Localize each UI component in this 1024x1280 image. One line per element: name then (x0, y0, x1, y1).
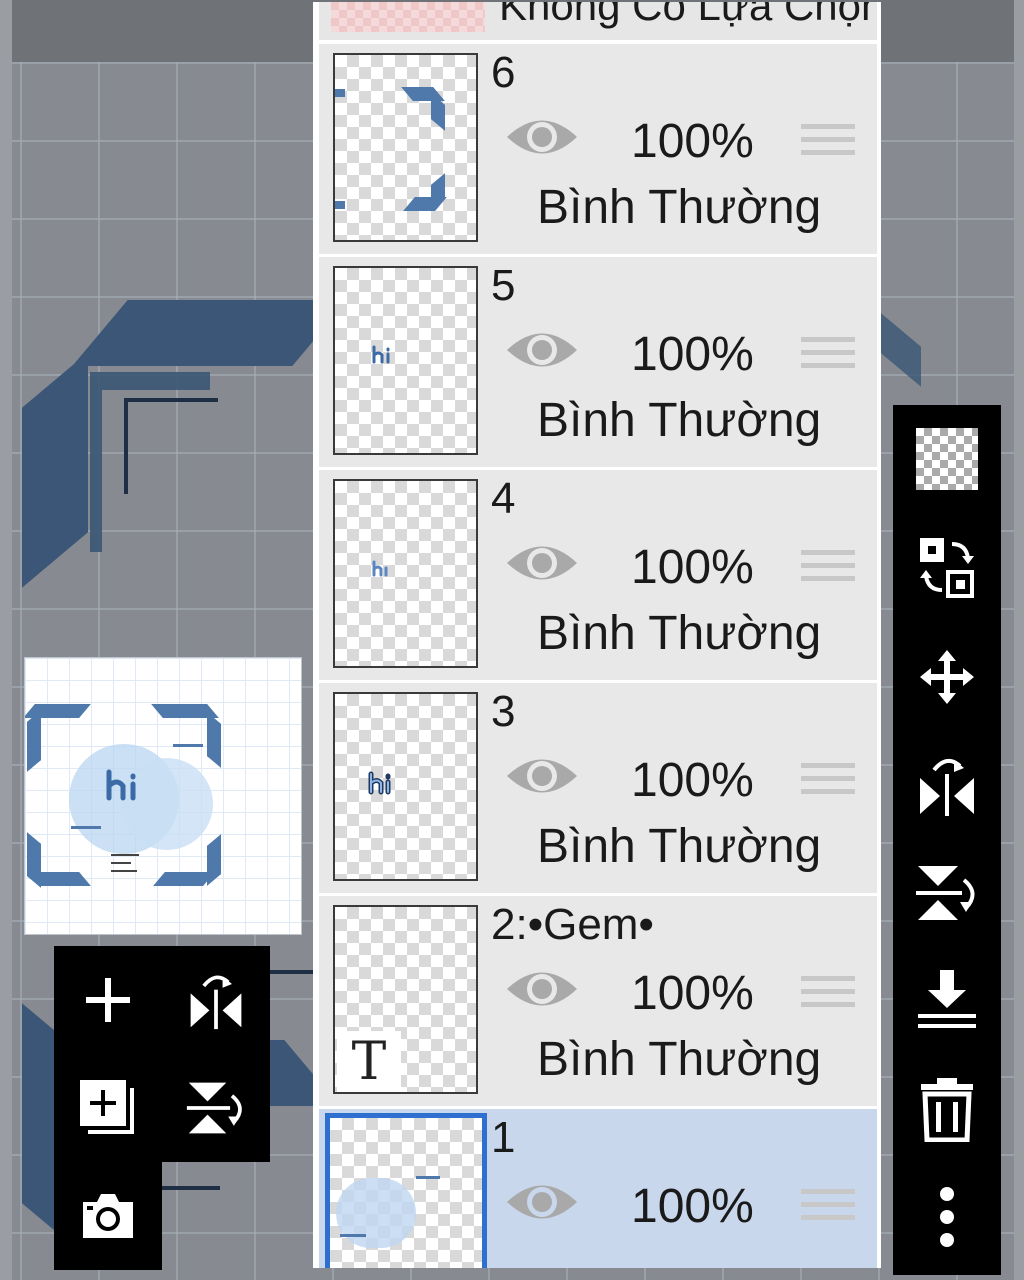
canvas-preview[interactable] (24, 657, 302, 935)
artwork-shape (124, 398, 128, 494)
canvas-tools-bar-lower (54, 1162, 162, 1270)
move-icon[interactable] (907, 637, 987, 717)
preview-hi-logo (106, 769, 136, 801)
preview-caption (111, 862, 131, 864)
layer-opacity[interactable]: 100% (631, 966, 754, 1021)
canvas-left-edge (0, 0, 12, 1280)
layers-panel: Không Có Lựa Chọn 6 100% Bình Thường 5 1… (313, 2, 881, 1268)
artwork-shape (72, 300, 348, 366)
flip-vertical-icon[interactable] (907, 853, 987, 933)
layer-name: 3 (491, 687, 516, 736)
drag-handle-icon[interactable] (801, 550, 855, 592)
preview-line (71, 826, 101, 829)
eye-icon[interactable] (505, 751, 579, 801)
eye-icon[interactable] (505, 1177, 579, 1227)
eye-icon[interactable] (505, 964, 579, 1014)
swap-layers-icon[interactable] (907, 527, 987, 607)
layer-opacity[interactable]: 100% (631, 753, 754, 808)
blend-mode[interactable]: Bình Thường (537, 819, 821, 874)
blend-mode[interactable]: Bình Thường (537, 180, 821, 235)
preview-line (173, 744, 203, 747)
blend-mode[interactable]: Bình Thường (537, 1032, 821, 1087)
drag-handle-icon[interactable] (801, 976, 855, 1018)
layer-name: 6 (491, 48, 516, 97)
layer-tools-bar (893, 405, 1001, 1275)
flip-horizontal-icon[interactable] (907, 745, 987, 825)
canvas-tools-bar (54, 946, 270, 1162)
layer-row[interactable]: 5 100% Bình Thường (319, 257, 877, 467)
layer-row[interactable]: 6 100% Bình Thường (319, 44, 877, 254)
artwork-shape (124, 398, 218, 402)
layer-thumbnail (325, 1113, 487, 1268)
selection-swatch (331, 2, 485, 32)
canvas-right-edge (1014, 0, 1024, 1280)
layer-opacity[interactable]: 100% (631, 540, 754, 595)
add-layer-copy-icon[interactable] (58, 1058, 158, 1158)
drag-handle-icon[interactable] (801, 1189, 855, 1231)
layer-thumbnail: T (333, 905, 478, 1094)
layer-opacity[interactable]: 100% (631, 327, 754, 382)
eye-icon[interactable] (505, 538, 579, 588)
add-layer-icon[interactable] (58, 950, 158, 1050)
layer-row[interactable]: T 2:•Gem• 100% Bình Thường (319, 896, 877, 1106)
layer-row[interactable]: 4 100% Bình Thường (319, 470, 877, 680)
flip-vertical-icon[interactable] (166, 1058, 266, 1158)
more-icon[interactable] (907, 1177, 987, 1257)
drag-handle-icon[interactable] (801, 337, 855, 379)
layer-thumbnail (333, 479, 478, 668)
blend-mode[interactable]: Bình Thường (537, 606, 821, 661)
transparency-icon[interactable] (907, 419, 987, 499)
eye-icon[interactable] (505, 112, 579, 162)
selection-label: Không Có Lựa Chọn (499, 2, 877, 29)
eye-icon[interactable] (505, 325, 579, 375)
artwork-shape (160, 1186, 220, 1190)
preview-corner (27, 710, 41, 772)
preview-caption (111, 870, 137, 872)
layer-thumbnail (333, 692, 478, 881)
selection-layer-row[interactable]: Không Có Lựa Chọn (319, 2, 877, 40)
drag-handle-icon[interactable] (801, 124, 855, 166)
camera-icon[interactable] (58, 1166, 158, 1266)
layer-opacity[interactable]: 100% (631, 114, 754, 169)
preview-corner (153, 872, 215, 886)
artwork-shape (881, 313, 921, 387)
layer-row-selected[interactable]: 1 100% (319, 1109, 877, 1268)
layer-thumbnail (333, 266, 478, 455)
flip-horizontal-icon[interactable] (166, 950, 266, 1050)
merge-down-icon[interactable] (907, 961, 987, 1041)
layer-name: 5 (491, 261, 516, 310)
preview-corner (207, 712, 221, 768)
blend-mode[interactable]: Bình Thường (537, 393, 821, 448)
layer-name: 1 (491, 1113, 516, 1162)
layer-opacity[interactable]: 100% (631, 1179, 754, 1234)
layer-name: 2:•Gem• (491, 900, 654, 949)
layer-thumbnail (333, 53, 478, 242)
preview-caption (111, 854, 139, 856)
text-layer-badge: T (337, 1031, 401, 1092)
artwork-shape (270, 970, 314, 974)
layer-row[interactable]: 3 100% Bình Thường (319, 683, 877, 893)
preview-corner (29, 872, 91, 886)
layer-name: 4 (491, 474, 516, 523)
trash-icon[interactable] (907, 1069, 987, 1149)
drag-handle-icon[interactable] (801, 763, 855, 805)
artwork-shape (22, 352, 88, 588)
